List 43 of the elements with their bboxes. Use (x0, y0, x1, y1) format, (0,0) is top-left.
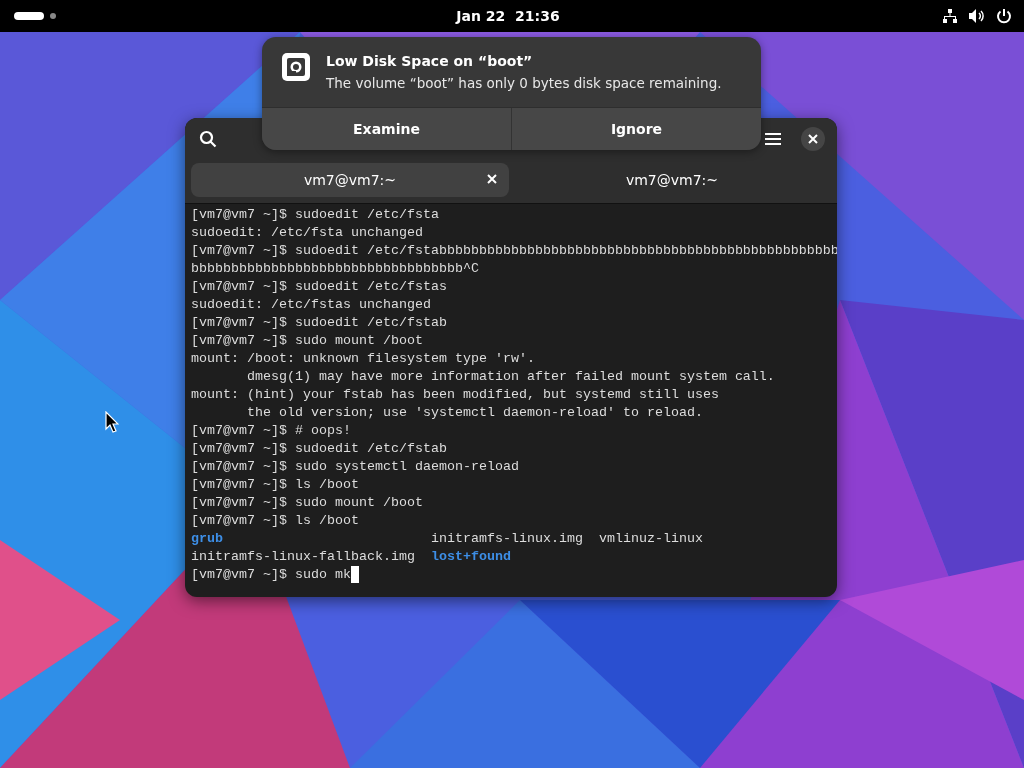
notification-body: The volume “boot” has only 0 bytes disk space remaining. (326, 75, 722, 91)
text-cursor (350, 566, 359, 583)
terminal-line: [vm7@vm7 ~]$ sudoedit /etc/fsta (191, 206, 439, 224)
terminal-line: [vm7@vm7 ~]$ sudoedit /etc/fstab (191, 314, 447, 332)
directory-name: grub (191, 530, 224, 548)
terminal-line: mount: /boot: unknown filesystem type 'rw'. (191, 350, 535, 368)
search-icon[interactable] (199, 130, 217, 148)
mouse-pointer-icon (105, 411, 119, 433)
workspace-dot[interactable] (50, 13, 56, 19)
terminal-line: [vm7@vm7 ~]$ sudo mk (191, 566, 351, 584)
terminal-line: [vm7@vm7 ~]$ # oops! (191, 422, 351, 440)
notification-action-button[interactable]: Ignore (512, 108, 761, 150)
terminal-line: vmlinuz-linux (599, 530, 704, 548)
terminal-line: initramfs-linux-fallback.img (191, 548, 416, 566)
terminal-line: sudoedit: /etc/fstas unchanged (191, 296, 431, 314)
terminal-line: [vm7@vm7 ~]$ sudoedit /etc/fstabbbbbbbbbbbbbbbbbbbbbbbbbbbbbbbbbbbbbbbbbbbbbbbbbb (191, 242, 837, 260)
directory-name: lost+found (431, 548, 512, 566)
terminal-tab[interactable]: vm7@vm7:~ (191, 163, 509, 197)
terminal-line: [vm7@vm7 ~]$ sudoedit /etc/fstab (191, 440, 447, 458)
terminal-line: [vm7@vm7 ~]$ sudoedit /etc/fstas (191, 278, 447, 296)
terminal-line: mount: (hint) your fstab has been modified, but systemd still uses (191, 386, 719, 404)
notification-title: Low Disk Space on “boot” (326, 53, 534, 69)
terminal-line: the old version; use 'systemctl daemon-reload' to reload. (246, 404, 703, 422)
terminal-line: dmesg(1) may have more information after failed mount system call. (246, 368, 775, 386)
terminal-line: bbbbbbbbbbbbbbbbbbbbbbbbbbbbbbbbbb^C (191, 260, 479, 278)
menu-icon[interactable] (765, 132, 781, 146)
terminal-line: initramfs-linux.img (431, 530, 584, 548)
terminal-line: [vm7@vm7 ~]$ sudo mount /boot (191, 494, 423, 512)
power-icon[interactable] (996, 8, 1012, 24)
terminal-tab[interactable]: vm7@vm7:~ (513, 163, 831, 197)
close-icon (808, 134, 818, 144)
terminal-line: [vm7@vm7 ~]$ ls /boot (191, 512, 359, 530)
volume-icon[interactable] (968, 8, 986, 24)
terminal-line: [vm7@vm7 ~]$ sudo systemctl daemon-reload (191, 458, 519, 476)
notification-action-button[interactable]: Examine (262, 108, 512, 150)
network-icon[interactable] (942, 8, 958, 24)
close-tab-icon[interactable] (487, 174, 497, 184)
terminal-line: sudoedit: /etc/fsta unchanged (191, 224, 423, 242)
terminal-line: [vm7@vm7 ~]$ ls /boot (191, 476, 359, 494)
terminal-line: [vm7@vm7 ~]$ sudo mount /boot (191, 332, 423, 350)
clock[interactable]: Jan 22 21:36 (456, 8, 560, 24)
activities-indicator[interactable] (14, 12, 44, 20)
close-button[interactable] (801, 127, 825, 151)
